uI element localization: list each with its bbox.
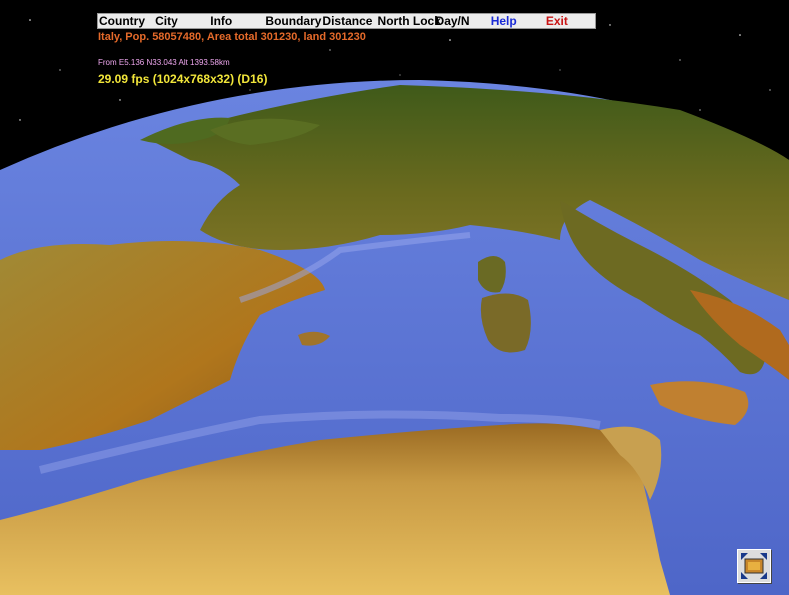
country-info-text: Italy, Pop. 58057480, Area total 301230,…	[98, 31, 366, 43]
menu-help[interactable]: Help	[490, 14, 545, 28]
view-coordinates-text: From E5.136 N33.043 Alt 1393.58km	[98, 58, 230, 67]
menu-city[interactable]: City	[154, 14, 209, 28]
fullscreen-toggle-icon	[741, 553, 767, 579]
globe-view[interactable]	[0, 0, 789, 595]
menu-info[interactable]: Info	[209, 14, 264, 28]
menu-day-night[interactable]: Day/N	[435, 14, 490, 28]
fps-readout: 29.09 fps (1024x768x32) (D16)	[98, 72, 268, 86]
menu-country[interactable]: Country	[98, 14, 154, 28]
top-menu-bar: Country City Info Boundary Distance Nort…	[97, 13, 596, 29]
menu-north-lock[interactable]: North Lock	[377, 14, 441, 28]
menu-distance[interactable]: Distance	[321, 14, 376, 28]
menu-boundary[interactable]: Boundary	[264, 14, 321, 28]
menu-exit[interactable]: Exit	[545, 14, 595, 28]
fullscreen-toggle-button[interactable]	[737, 549, 771, 583]
